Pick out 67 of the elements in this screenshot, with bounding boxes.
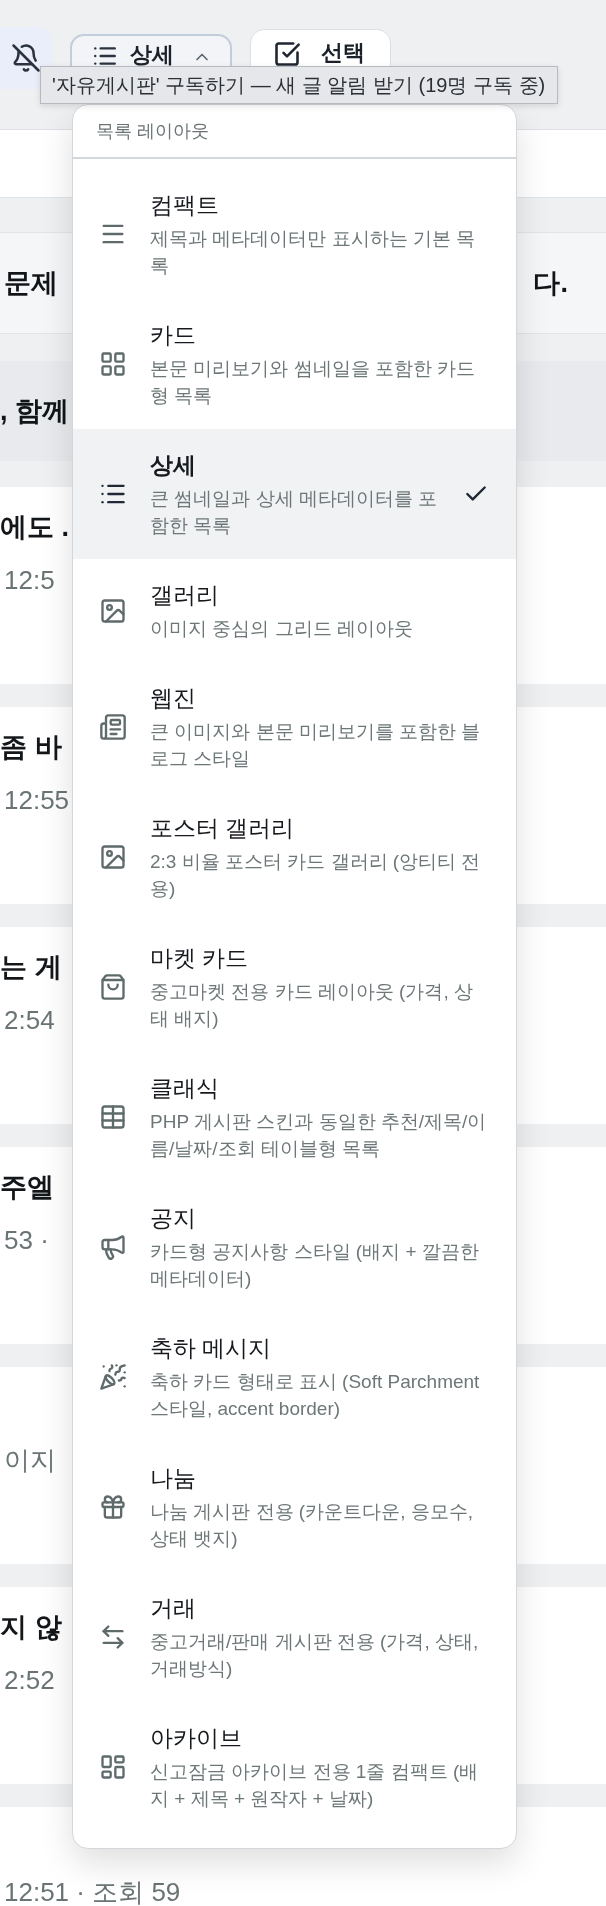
post-meta: 12:51 · 조회 59 (3, 1879, 181, 1905)
shopping-bag-icon (99, 973, 127, 1001)
menu-item-description: 이미지 중심의 그리드 레이아웃 (150, 617, 414, 641)
menu-item-description: 큰 이미지와 본문 미리보기를 포함한 블로그 스타일 (150, 720, 482, 771)
menu-item[interactable]: 클래식 PHP 게시판 스킨과 동일한 추천/제목/이름/날짜/조회 테이블형 목록 (73, 1052, 516, 1182)
menu-item-title: 컴팩트 (150, 191, 220, 220)
post-title: 좀 바 (0, 731, 62, 763)
table-icon (99, 1103, 127, 1131)
menu-item-title: 포스터 갤러리 (150, 814, 296, 843)
menu-item-title: 축하 메시지 (150, 1334, 273, 1363)
party-popper-icon (99, 1363, 127, 1391)
menu-item[interactable]: 마켓 카드 중고마켓 전용 카드 레이아웃 (가격, 상태 배지) (73, 922, 516, 1052)
menu-item[interactable]: 갤러리 이미지 중심의 그리드 레이아웃 (73, 559, 516, 662)
notice-text: 다. (533, 267, 568, 300)
post-meta: 이지 (3, 1447, 56, 1473)
dashboard-icon (99, 1753, 127, 1781)
menu-item-title: 웹진 (150, 684, 197, 713)
newspaper-icon (99, 713, 127, 741)
notifications-button[interactable] (0, 27, 52, 89)
menu-item-description: 나눔 게시판 전용 (카운트다운, 응모수, 상태 뱃지) (150, 1500, 474, 1551)
post-title: 는 게 (0, 951, 62, 983)
menu-item[interactable]: 나눔 나눔 게시판 전용 (카운트다운, 응모수, 상태 뱃지) (73, 1442, 516, 1572)
grid-icon (99, 350, 127, 378)
menu-header: 목록 레이아웃 (96, 120, 209, 143)
image-icon (99, 843, 127, 871)
menu-item[interactable]: 카드 본문 미리보기와 썸네일을 포함한 카드형 목록 (73, 299, 516, 429)
menu-item-title: 나눔 (150, 1464, 197, 1493)
megaphone-icon (99, 1233, 127, 1261)
menu-item[interactable]: 상세 큰 썸네일과 상세 메타데이터를 포함한 목록 (73, 429, 516, 559)
menu-item-title: 공지 (150, 1204, 197, 1233)
menu-item-title: 거래 (150, 1594, 197, 1623)
menu-item-description: 큰 썸네일과 상세 메타데이터를 포함한 목록 (150, 487, 439, 538)
menu-item-description: 2:3 비율 포스터 카드 갤러리 (앙티티 전용) (150, 850, 482, 901)
menu-item-description: 카드형 공지사항 스타일 (배지 + 깔끔한 메타데이터) (150, 1240, 480, 1291)
menu-item[interactable]: 공지 카드형 공지사항 스타일 (배지 + 깔끔한 메타데이터) (73, 1182, 516, 1312)
menu-item-title: 마켓 카드 (150, 944, 250, 973)
menu-item-title: 아카이브 (150, 1724, 243, 1753)
gift-icon (99, 1493, 127, 1521)
menu-item[interactable]: 컴팩트 제목과 메타데이터만 표시하는 기본 목록 (73, 169, 516, 299)
menu-item-description: 본문 미리보기와 썸네일을 포함한 카드형 목록 (150, 357, 477, 408)
menu-item-title: 상세 (150, 451, 197, 480)
post-meta: 12:55 (3, 787, 70, 813)
banner-text: , 함께 (0, 395, 69, 428)
post-title: 주엘 (0, 1171, 54, 1203)
menu-item[interactable]: 웹진 큰 이미지와 본문 미리보기를 포함한 블로그 스타일 (73, 662, 516, 792)
menu-item[interactable]: 거래 중고거래/판매 게시판 전용 (가격, 상태, 거래방식) (73, 1572, 516, 1702)
post-meta: 2:54 (3, 1007, 55, 1033)
post-title: 에도 . (0, 511, 69, 543)
menu-item-description: 중고마켓 전용 카드 레이아웃 (가격, 상태 배지) (150, 980, 474, 1031)
checkbox-icon (273, 40, 301, 68)
menu-item-description: 축하 카드 형태로 표시 (Soft Parchment 스타일, accent border) (150, 1370, 481, 1421)
image-icon (99, 596, 127, 625)
menu-item-title: 카드 (150, 321, 197, 350)
menu-item[interactable]: 포스터 갤러리 2:3 비율 포스터 카드 갤러리 (앙티티 전용) (73, 792, 516, 922)
post-meta: 53 · (3, 1227, 49, 1253)
post-meta: 12:5 (3, 567, 55, 593)
post-meta: 2:52 (3, 1667, 55, 1693)
menu-item-title: 갤러리 (150, 581, 220, 610)
post-title: 지 않 (0, 1611, 62, 1643)
menu-item-title: 클래식 (150, 1074, 220, 1103)
bell-slash-icon (11, 43, 41, 73)
tooltip: '자유게시판' 구독하기 — 새 글 알림 받기 (19명 구독 중) (40, 66, 558, 104)
menu-item-description: 제목과 메타데이터만 표시하는 기본 목록 (150, 227, 477, 278)
menu-item-description: PHP 게시판 스킨과 동일한 추천/제목/이름/날짜/조회 테이블형 목록 (150, 1110, 488, 1161)
menu-item-description: 중고거래/판매 게시판 전용 (가격, 상태, 거래방식) (150, 1630, 480, 1681)
menu-item[interactable]: 축하 메시지 축하 카드 형태로 표시 (Soft Parchment 스타일, accent border) (73, 1312, 516, 1442)
notice-text: 문제 (4, 267, 58, 300)
